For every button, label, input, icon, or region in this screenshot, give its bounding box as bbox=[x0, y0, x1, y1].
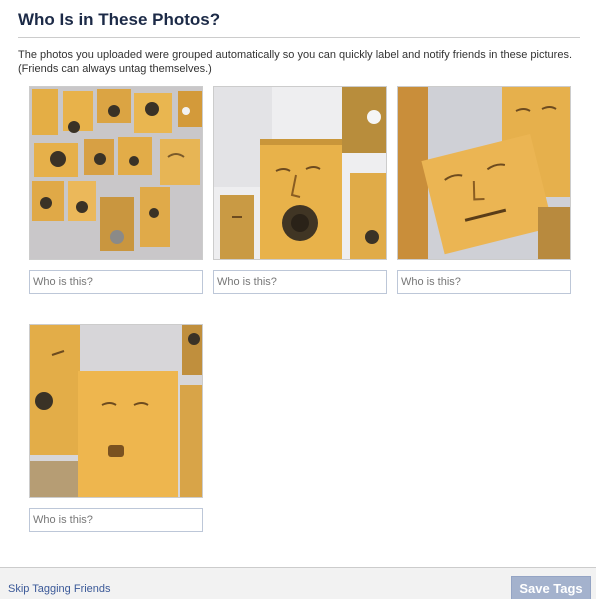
who-is-this-input[interactable] bbox=[29, 508, 203, 532]
description-text: The photos you uploaded were grouped aut… bbox=[18, 49, 573, 61]
skip-tagging-link[interactable]: Skip Tagging Friends bbox=[8, 583, 111, 595]
tag-friends-dialog: Who Is in These Photos? The photos you u… bbox=[0, 0, 596, 599]
face-tile-4 bbox=[29, 324, 203, 532]
face-tile-2 bbox=[213, 86, 387, 294]
face-photo[interactable] bbox=[397, 86, 571, 260]
face-photo[interactable] bbox=[29, 324, 203, 498]
dialog-footer: Skip Tagging Friends Save Tags bbox=[0, 567, 596, 599]
who-is-this-input[interactable] bbox=[213, 270, 387, 294]
who-is-this-input[interactable] bbox=[29, 270, 203, 294]
face-photo[interactable] bbox=[29, 86, 203, 260]
who-is-this-input[interactable] bbox=[397, 270, 571, 294]
face-tile-1 bbox=[29, 86, 203, 294]
dialog-title: Who Is in These Photos? bbox=[18, 10, 221, 29]
dialog-description: The photos you uploaded were grouped aut… bbox=[18, 48, 583, 76]
description-note: (Friends can always untag themselves.) bbox=[18, 63, 212, 75]
face-tile-3 bbox=[397, 86, 571, 294]
save-tags-button[interactable]: Save Tags bbox=[511, 576, 591, 599]
title-divider bbox=[18, 37, 580, 38]
face-photo[interactable] bbox=[213, 86, 387, 260]
